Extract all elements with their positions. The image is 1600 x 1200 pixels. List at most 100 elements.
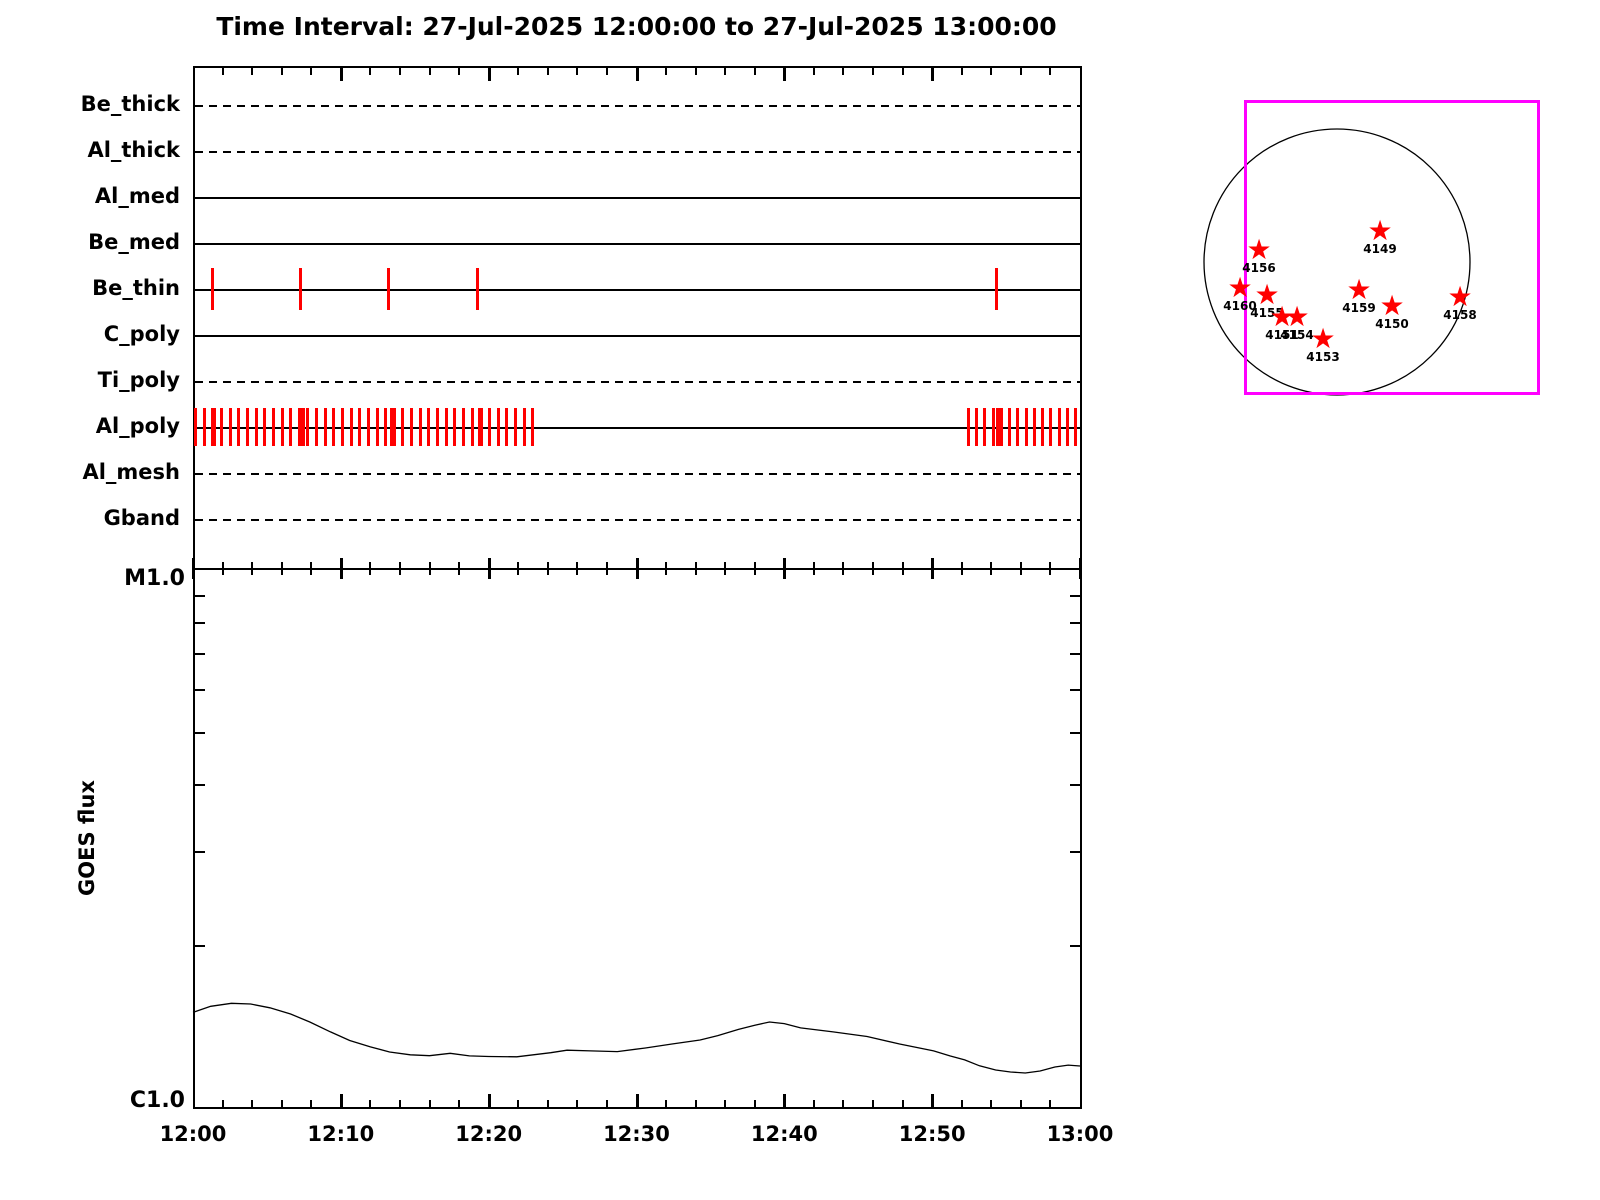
- exposure-tick: [444, 408, 448, 446]
- ar-label-4150: 4150: [1375, 317, 1409, 331]
- goes-flux-axis-label: GOES flux: [75, 780, 99, 896]
- goes-y-minor-tick-right: [1070, 653, 1080, 656]
- exposure-tick: [991, 408, 995, 446]
- time-tick-mid: [694, 562, 697, 575]
- time-tick-bottom: [753, 1100, 756, 1107]
- time-tick-top: [458, 68, 461, 75]
- time-tick-top: [280, 68, 283, 75]
- exposure-tick: [384, 408, 388, 446]
- time-tick-mid: [280, 562, 283, 575]
- goes-y-minor-tick-right: [1070, 689, 1080, 692]
- ar-star-4150: ★: [1379, 289, 1405, 322]
- channel-label-be_thick: Be_thick: [80, 92, 180, 116]
- time-tick-top: [487, 68, 491, 81]
- time-tick-mid: [842, 562, 845, 575]
- exposure-tick: [461, 408, 465, 446]
- exposure-tick-bold: [299, 408, 305, 446]
- exposure-tick: [299, 268, 303, 310]
- time-tick-mid: [1079, 558, 1082, 579]
- exposure-tick: [228, 408, 232, 446]
- ar-star-4159: ★: [1346, 273, 1372, 306]
- time-tick-mid: [428, 562, 431, 575]
- y-axis-bottom-label: C1.0: [129, 1088, 185, 1113]
- time-tick-top: [310, 68, 313, 75]
- exposure-tick-bold: [996, 408, 1002, 446]
- time-tick-bottom: [369, 1100, 372, 1107]
- exposure-tick: [983, 408, 987, 446]
- exposure-tick: [470, 408, 474, 446]
- time-tick-top: [398, 68, 401, 75]
- goes-y-minor-tick-right: [1070, 945, 1080, 948]
- goes-y-minor-tick-left: [195, 594, 205, 597]
- time-axis-label: 12:20: [455, 1122, 523, 1146]
- channel-line-ti_poly: [195, 381, 1080, 383]
- ar-star-4153: ★: [1310, 322, 1336, 355]
- time-tick-mid: [517, 562, 520, 575]
- time-tick-top: [724, 68, 727, 75]
- time-tick-mid: [251, 562, 254, 575]
- time-tick-mid: [458, 562, 461, 575]
- time-tick-mid: [1049, 562, 1052, 575]
- time-tick-bottom: [635, 1094, 639, 1107]
- exposure-tick: [341, 408, 345, 446]
- ar-star-4156: ★: [1246, 233, 1272, 266]
- time-tick-mid: [872, 562, 875, 575]
- time-tick-top: [1019, 68, 1022, 75]
- time-tick-mid: [812, 562, 815, 575]
- time-tick-top: [872, 68, 875, 75]
- exposure-tick: [418, 408, 422, 446]
- goes-y-minor-tick-left: [195, 850, 205, 853]
- exposure-tick: [975, 408, 979, 446]
- time-tick-bottom: [221, 1100, 224, 1107]
- exposure-tick: [280, 408, 284, 446]
- channel-line-c_poly: [195, 335, 1080, 337]
- time-tick-top: [576, 68, 579, 75]
- time-tick-bottom: [576, 1100, 579, 1107]
- time-tick-bottom: [931, 1094, 935, 1107]
- time-tick-top: [990, 68, 993, 75]
- exposure-tick: [1057, 408, 1061, 446]
- goes-y-minor-tick-right: [1070, 783, 1080, 786]
- exposure-tick: [323, 408, 327, 446]
- exposure-tick: [1074, 408, 1078, 446]
- page-title: Time Interval: 27-Jul-2025 12:00:00 to 2…: [216, 12, 1057, 41]
- exposure-tick: [513, 408, 517, 446]
- exposure-tick: [254, 408, 258, 446]
- time-tick-bottom: [1019, 1100, 1022, 1107]
- exposure-tick: [245, 408, 249, 446]
- time-tick-top: [1049, 68, 1052, 75]
- time-tick-mid: [665, 562, 668, 575]
- time-tick-mid: [960, 562, 963, 575]
- time-tick-mid: [487, 558, 491, 579]
- goes-y-minor-tick-left: [195, 783, 205, 786]
- time-tick-mid: [221, 562, 224, 575]
- goes-y-minor-tick-left: [195, 689, 205, 692]
- channel-line-al_med: [195, 197, 1080, 199]
- time-tick-mid: [1019, 562, 1022, 575]
- time-tick-mid: [901, 562, 904, 575]
- time-tick-mid: [931, 558, 935, 579]
- channel-label-al_poly: Al_poly: [95, 414, 180, 438]
- time-tick-mid: [398, 562, 401, 575]
- ar-star-4149: ★: [1367, 214, 1393, 247]
- exposure-tick: [967, 408, 971, 446]
- time-tick-mid: [310, 562, 313, 575]
- exposure-tick: [237, 408, 241, 446]
- exposure-tick: [386, 268, 390, 310]
- time-tick-top: [960, 68, 963, 75]
- time-tick-bottom: [280, 1100, 283, 1107]
- exposure-tick: [211, 268, 215, 310]
- exposure-tick: [1041, 408, 1045, 446]
- time-axis-label: 12:10: [307, 1122, 375, 1146]
- time-tick-bottom: [724, 1100, 727, 1107]
- exposure-tick: [332, 408, 336, 446]
- time-tick-mid: [605, 562, 608, 575]
- exposure-tick: [202, 408, 206, 446]
- time-tick-bottom: [546, 1100, 549, 1107]
- time-tick-bottom: [605, 1100, 608, 1107]
- exposure-tick: [271, 408, 275, 446]
- exposure-tick: [1024, 408, 1028, 446]
- time-tick-mid: [339, 558, 343, 579]
- channel-label-ti_poly: Ti_poly: [97, 368, 180, 392]
- time-tick-top: [783, 68, 787, 81]
